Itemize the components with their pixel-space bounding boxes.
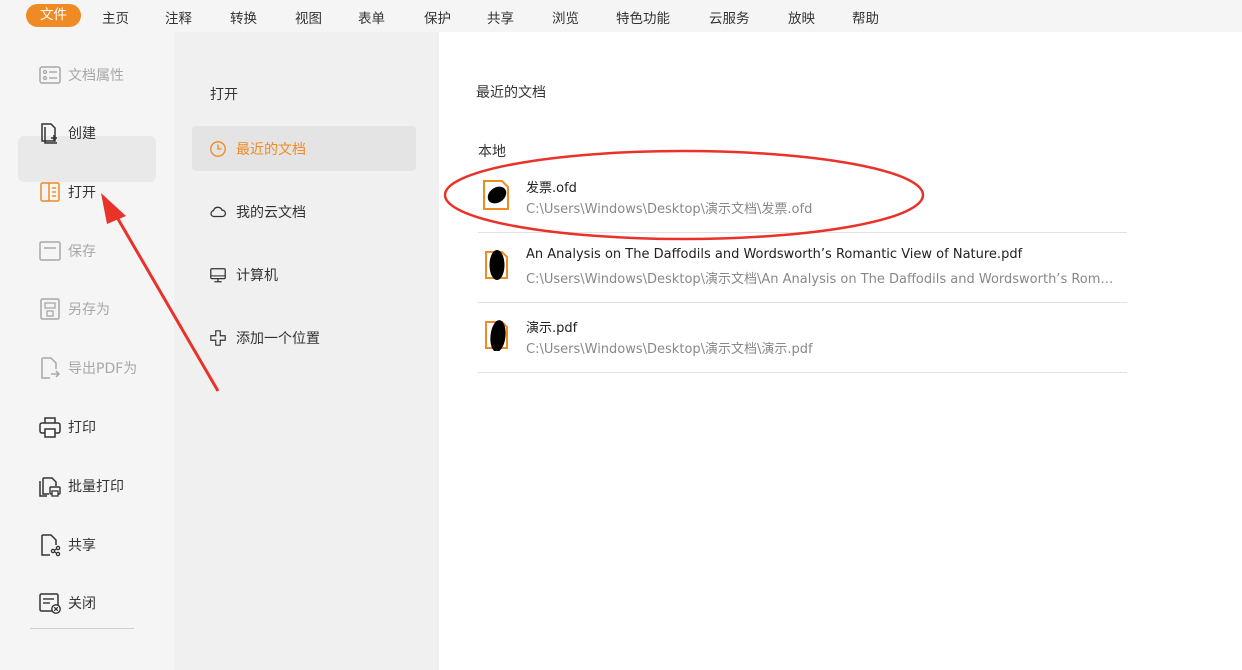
open-option-cloud[interactable]: 我的云文档 — [192, 189, 416, 234]
menu-view[interactable]: 视图 — [295, 7, 322, 27]
save-as-icon — [38, 297, 62, 321]
share-icon — [38, 533, 62, 557]
menu-convert[interactable]: 转换 — [230, 7, 257, 27]
batch-print-icon — [38, 474, 62, 498]
print-icon — [38, 415, 62, 439]
export-pdf-icon — [38, 356, 62, 380]
ofd-file-icon — [482, 179, 510, 211]
sidebar-divider — [30, 628, 134, 629]
sidebar-item-label: 关闭 — [68, 596, 96, 612]
sidebar-item-export-pdf[interactable]: 导出PDF为 — [38, 355, 137, 381]
menu-home[interactable]: 主页 — [102, 7, 129, 27]
sidebar-item-label: 批量打印 — [68, 479, 124, 495]
sidebar-item-batch-print[interactable]: 批量打印 — [38, 473, 124, 499]
menu-features[interactable]: 特色功能 — [616, 7, 670, 27]
pdf-file-icon — [482, 249, 510, 281]
sidebar-item-label: 打印 — [68, 420, 96, 436]
open-panel: 打开 最近的文档 我的云文档 计算机 添加一个位置 — [174, 32, 439, 670]
clock-icon — [208, 139, 228, 159]
recent-file-row[interactable]: An Analysis on The Daffodils and Wordswo… — [478, 233, 1127, 303]
cloud-icon — [208, 202, 228, 222]
menu-protect[interactable]: 保护 — [424, 7, 451, 27]
sidebar-item-label: 创建 — [68, 126, 96, 142]
open-option-recent[interactable]: 最近的文档 — [192, 126, 416, 171]
file-path: C:\Users\Windows\Desktop\演示文档\演示.pdf — [526, 342, 813, 357]
open-option-label: 添加一个位置 — [236, 330, 320, 347]
sidebar-item-save[interactable]: 保存 — [38, 238, 96, 264]
open-option-label: 最近的文档 — [236, 141, 306, 158]
open-option-label: 计算机 — [236, 267, 278, 284]
open-option-add-location[interactable]: 添加一个位置 — [192, 315, 416, 360]
sidebar-item-label: 文档属性 — [68, 68, 124, 84]
menu-annotate[interactable]: 注释 — [165, 7, 192, 27]
file-name: 发票.ofd — [526, 181, 577, 196]
sidebar-item-share[interactable]: 共享 — [38, 532, 96, 558]
file-name: An Analysis on The Daffodils and Wordswo… — [526, 247, 1023, 262]
file-path: C:\Users\Windows\Desktop\演示文档\发票.ofd — [526, 202, 813, 217]
sidebar-item-label: 保存 — [68, 244, 96, 260]
sidebar-item-create[interactable]: 创建 — [38, 120, 96, 146]
sidebar-item-label: 打开 — [68, 185, 96, 201]
sidebar-item-close[interactable]: 关闭 — [38, 590, 96, 616]
open-document-icon — [38, 180, 62, 204]
sidebar-item-label: 导出PDF为 — [68, 361, 138, 377]
menu-file[interactable]: 文件 — [26, 4, 81, 27]
sidebar-item-label: 共享 — [68, 538, 96, 554]
pdf-file-icon — [482, 319, 510, 352]
menu-cloud[interactable]: 云服务 — [709, 7, 750, 27]
sidebar-item-open[interactable]: 打开 — [38, 179, 96, 205]
recent-documents-title: 最近的文档 — [476, 85, 546, 101]
sidebar-item-properties[interactable]: 文档属性 — [38, 62, 124, 88]
add-location-icon — [208, 328, 228, 348]
recent-file-row[interactable]: 演示.pdf C:\Users\Windows\Desktop\演示文档\演示.… — [478, 303, 1127, 373]
file-name: 演示.pdf — [526, 321, 578, 336]
menu-help[interactable]: 帮助 — [852, 7, 879, 27]
sidebar-item-save-as[interactable]: 另存为 — [38, 296, 110, 322]
save-icon — [38, 239, 62, 263]
document-properties-icon — [38, 63, 62, 87]
file-path: C:\Users\Windows\Desktop\演示文档\An Analysi… — [526, 272, 1118, 287]
menu-bar: 文件 主页 注释 转换 视图 表单 保护 共享 浏览 特色功能 云服务 放映 帮… — [0, 0, 1242, 32]
open-panel-title: 打开 — [210, 87, 238, 103]
recent-file-row[interactable]: 发票.ofd C:\Users\Windows\Desktop\演示文档\发票.… — [478, 163, 1127, 233]
create-document-icon — [38, 121, 62, 145]
open-option-label: 我的云文档 — [236, 204, 306, 221]
local-section-label: 本地 — [478, 144, 506, 160]
menu-form[interactable]: 表单 — [358, 7, 385, 27]
sidebar-item-print[interactable]: 打印 — [38, 414, 96, 440]
menu-slideshow[interactable]: 放映 — [788, 7, 815, 27]
open-option-computer[interactable]: 计算机 — [192, 252, 416, 297]
menu-browse[interactable]: 浏览 — [552, 7, 579, 27]
sidebar-item-label: 另存为 — [68, 302, 110, 318]
close-document-icon — [38, 591, 62, 615]
menu-share[interactable]: 共享 — [487, 7, 514, 27]
computer-icon — [208, 265, 228, 285]
